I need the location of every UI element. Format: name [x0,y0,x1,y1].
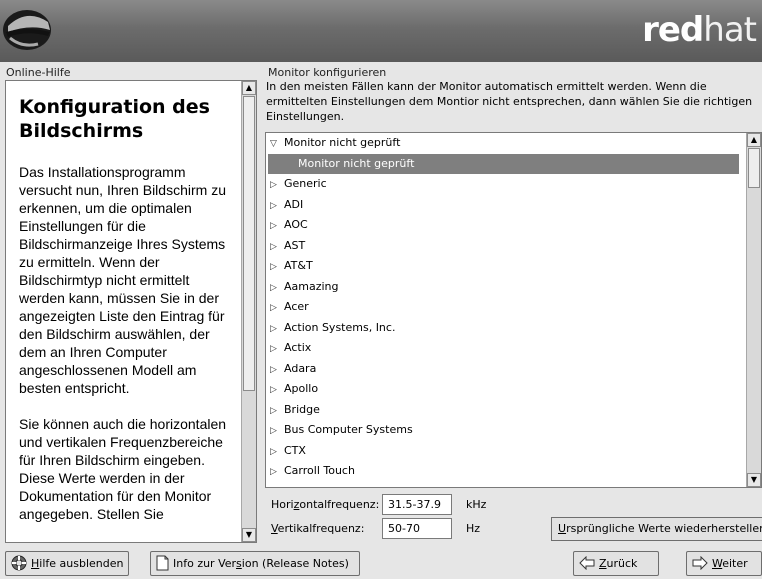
tree-group-label: AST [284,238,306,252]
tree-scrollbar[interactable]: ▲ ▼ [746,133,761,487]
tree-group-label: Aamazing [284,279,339,293]
collapsed-triangle-icon[interactable]: ▷ [270,319,284,339]
restore-defaults-button[interactable]: Ursprüngliche Werte wiederherstellen [551,517,762,541]
scroll-up-arrow-icon[interactable]: ▲ [242,81,256,95]
tree-group[interactable]: ▷ Action Systems, Inc. [266,318,749,339]
tree-group-label: CTX [284,443,306,457]
vfreq-input[interactable]: 50-70 [382,518,452,539]
tree-group-expanded[interactable]: ▽ Monitor nicht geprüft [266,133,749,154]
help-paragraph: Sie können auch die horizontalen und ver… [19,416,227,522]
arrow-right-icon [692,556,708,570]
hfreq-input[interactable]: 31.5-37.9 [382,494,452,515]
tree-item-label: Monitor nicht geprüft [298,156,415,170]
redhat-wordmark: redhat [642,10,757,50]
release-notes-button[interactable]: Info zur Version (Release Notes) [150,551,360,576]
collapsed-triangle-icon[interactable]: ▷ [270,360,284,380]
expanded-triangle-icon[interactable]: ▽ [270,134,284,154]
scroll-up-arrow-icon[interactable]: ▲ [747,133,761,147]
monitor-tree-list: ▽ Monitor nicht geprüft Monitor nicht gep… [266,133,749,487]
collapsed-triangle-icon[interactable]: ▷ [270,216,284,236]
arrow-left-icon [579,556,595,570]
monitor-section-label: Monitor konfigurieren [268,66,387,79]
tree-group-label: Actix [284,341,312,354]
tree-group[interactable]: ▷ ADI [266,195,749,216]
tree-group-label: Bus Computer Systems [284,423,413,436]
help-pane: Konfiguration des Bildschirms Das Instal… [5,80,257,543]
tree-item-selected[interactable]: Monitor nicht geprüft [268,153,739,174]
collapsed-triangle-icon[interactable]: ▷ [270,401,284,421]
scroll-thumb[interactable] [748,148,760,188]
document-icon [156,555,169,571]
help-section-label: Online-Hilfe [6,66,71,79]
scroll-thumb[interactable] [243,96,255,391]
vfreq-label: Vertikalfrequenz: [271,522,365,535]
tree-group[interactable]: ▷ Bus Computer Systems [266,420,749,441]
tree-group[interactable]: ▷ CTX [266,441,749,462]
tree-group[interactable]: ▷ AT&T [266,256,749,277]
next-button[interactable]: Weiter [686,551,762,576]
tree-group-label: Carroll Touch [284,464,355,477]
collapsed-triangle-icon[interactable]: ▷ [270,442,284,462]
tree-group[interactable]: ▷ Aamazing [266,277,749,298]
tree-group-label: Acer [284,300,309,313]
shadowman-logo-icon [3,10,51,50]
back-button[interactable]: Zurück [573,551,659,576]
tree-group[interactable]: ▷ Actix [266,338,749,359]
collapsed-triangle-icon[interactable]: ▷ [270,196,284,216]
tree-group[interactable]: ▷ Carroll Touch [266,461,749,482]
scroll-down-arrow-icon[interactable]: ▼ [747,473,761,487]
collapsed-triangle-icon[interactable]: ▷ [270,421,284,441]
monitor-description: In den meisten Fällen kann der Monitor a… [266,80,753,123]
collapsed-triangle-icon[interactable]: ▷ [270,257,284,277]
tree-group-label: Apollo [284,382,319,395]
hide-help-button[interactable]: Hilfe ausblenden [5,551,129,576]
tree-group[interactable]: ▷ Adara [266,359,749,380]
collapsed-triangle-icon[interactable]: ▷ [270,175,284,195]
hfreq-label: Horizontalfrequenz: [271,498,380,511]
tree-group-label: Monitor nicht geprüft [284,136,401,149]
tree-group-label: Action Systems, Inc. [284,320,396,334]
monitor-tree[interactable]: ▽ Monitor nicht geprüft Monitor nicht gep… [265,132,762,488]
help-scrollbar[interactable]: ▲ ▼ [241,81,256,542]
help-paragraph: Das Installationsprogramm versucht nun, … [19,164,226,396]
tree-group-label: AOC [284,218,308,231]
collapsed-triangle-icon[interactable]: ▷ [270,298,284,318]
tree-group[interactable]: ▷ Bridge [266,400,749,421]
collapsed-triangle-icon[interactable]: ▷ [270,380,284,400]
tree-group[interactable]: ▷ Apollo [266,379,749,400]
lifebuoy-icon [11,555,27,571]
tree-group[interactable]: ▷ AOC [266,215,749,236]
tree-group-label: ADI [284,197,304,211]
tree-group[interactable]: ▷ Generic [266,174,749,195]
collapsed-triangle-icon[interactable]: ▷ [270,462,284,482]
hfreq-unit: kHz [466,498,487,511]
vfreq-unit: Hz [466,522,481,535]
help-title: Konfiguration des Bildschirms [19,96,210,142]
collapsed-triangle-icon[interactable]: ▷ [270,339,284,359]
tree-group-label: AT&T [284,259,313,272]
tree-group-label: Bridge [284,402,320,416]
tree-group-label: Adara [284,361,317,375]
help-content: Konfiguration des Bildschirms Das Instal… [6,81,242,542]
collapsed-triangle-icon[interactable]: ▷ [270,237,284,257]
header-banner: redhat [0,0,762,62]
tree-group[interactable]: ▷ AST [266,236,749,257]
tree-group[interactable]: ▷ Acer [266,297,749,318]
tree-group-label: Generic [284,177,327,190]
scroll-down-arrow-icon[interactable]: ▼ [242,528,256,542]
collapsed-triangle-icon[interactable]: ▷ [270,278,284,298]
